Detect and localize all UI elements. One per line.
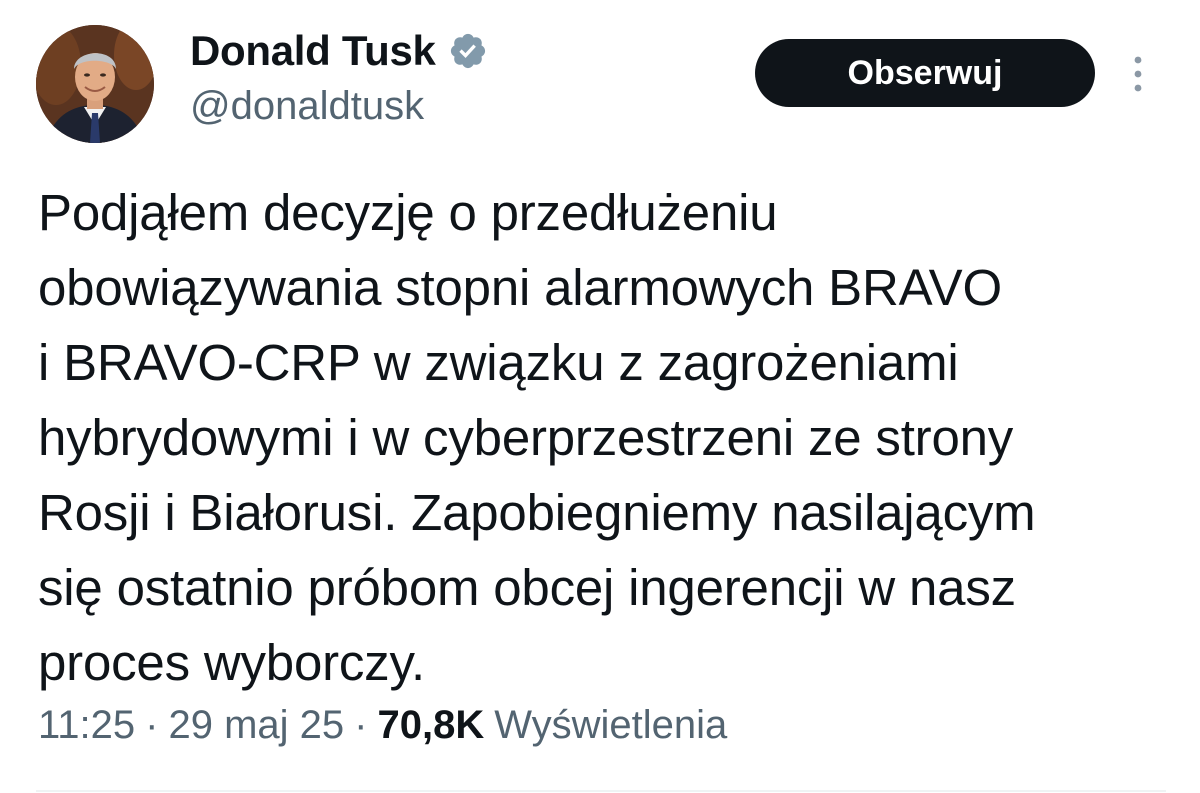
- views-count[interactable]: 70,8K: [377, 703, 484, 748]
- views-label[interactable]: Wyświetlenia: [494, 703, 727, 748]
- tweet-text-line: i BRAVO-CRP w związku z zagrożeniami: [38, 334, 959, 391]
- tweet-meta: 11:25 · 29 maj 25 · 70,8K Wyświetlenia: [38, 703, 727, 748]
- author-handle[interactable]: @donaldtusk: [190, 84, 424, 129]
- divider: [36, 790, 1166, 792]
- meta-separator: ·: [145, 703, 159, 747]
- avatar-image: [36, 25, 154, 143]
- tweet: Donald Tusk @donaldtusk Obserwuj Podjąłe…: [0, 0, 1200, 793]
- more-vertical-icon[interactable]: [1123, 52, 1153, 96]
- follow-button[interactable]: Obserwuj: [755, 39, 1095, 107]
- author-display-name[interactable]: Donald Tusk: [190, 27, 436, 75]
- tweet-date[interactable]: 29 maj 25: [168, 703, 344, 748]
- verified-badge-icon[interactable]: [448, 31, 488, 71]
- tweet-text: Podjąłem decyzję o przedłużeniu obowiązy…: [38, 175, 1188, 700]
- tweet-text-line: proces wyborczy.: [38, 634, 425, 691]
- tweet-text-line: hybrydowymi i w cyberprzestrzeni ze stro…: [38, 409, 1014, 466]
- tweet-time[interactable]: 11:25: [38, 703, 135, 748]
- author-name-row: Donald Tusk: [190, 24, 488, 78]
- avatar[interactable]: [36, 25, 154, 143]
- tweet-text-line: się ostatnio próbom obcej ingerencji w n…: [38, 559, 1016, 616]
- tweet-text-line: obowiązywania stopni alarmowych BRAVO: [38, 259, 1002, 316]
- tweet-text-line: Rosji i Białorusi. Zapobiegniemy nasilaj…: [38, 484, 1036, 541]
- tweet-text-line: Podjąłem decyzję o przedłużeniu: [38, 184, 778, 241]
- meta-separator: ·: [354, 703, 368, 747]
